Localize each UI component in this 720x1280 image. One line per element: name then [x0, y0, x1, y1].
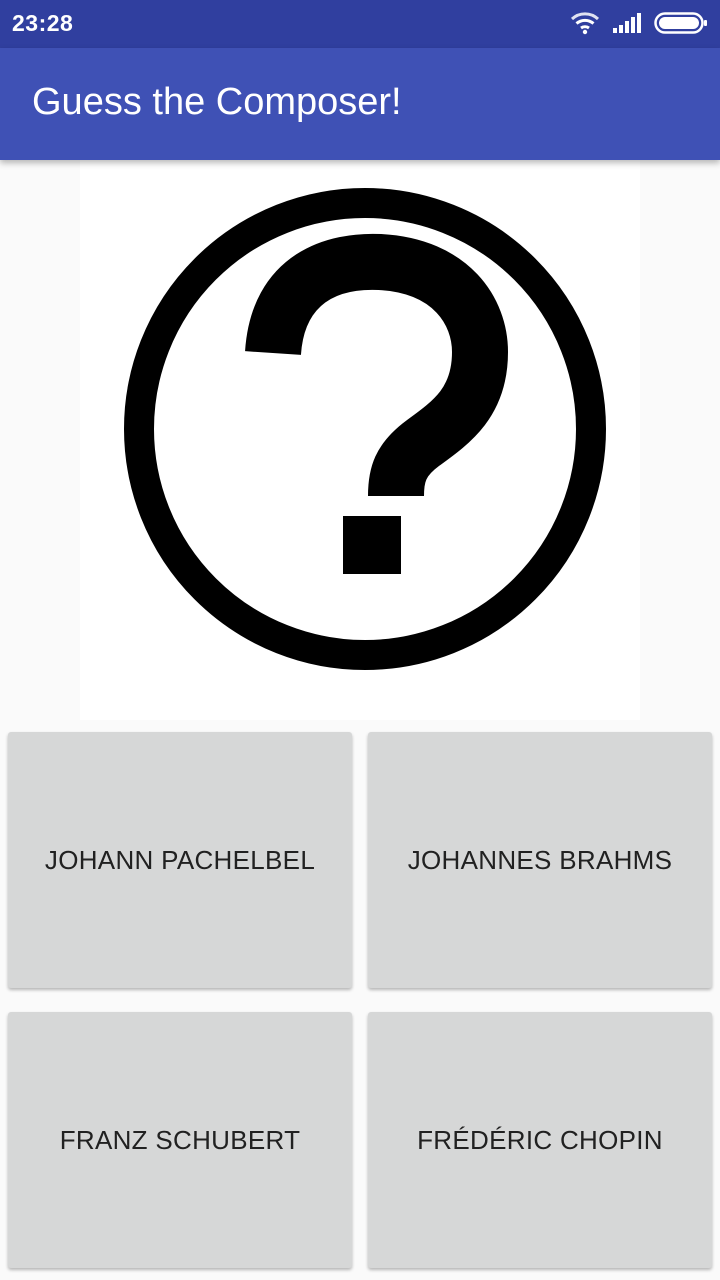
battery-icon — [654, 11, 708, 39]
answer-button-3[interactable]: FRANZ SCHUBERT — [8, 1012, 352, 1268]
status-icons — [570, 12, 708, 38]
app-bar: Guess the Composer! — [0, 48, 720, 160]
app-title: Guess the Composer! — [32, 81, 402, 123]
question-mark-icon — [124, 188, 606, 670]
status-time: 23:28 — [12, 10, 74, 36]
answer-button-4[interactable]: FRÉDÉRIC CHOPIN — [368, 1012, 712, 1268]
wifi-icon — [570, 11, 600, 39]
answer-button-2[interactable]: JOHANNES BRAHMS — [368, 732, 712, 988]
answer-button-1[interactable]: JOHANN PACHELBEL — [8, 732, 352, 988]
composer-image — [80, 160, 640, 720]
signal-icon — [612, 12, 642, 38]
status-bar: 23:28 — [0, 0, 720, 48]
